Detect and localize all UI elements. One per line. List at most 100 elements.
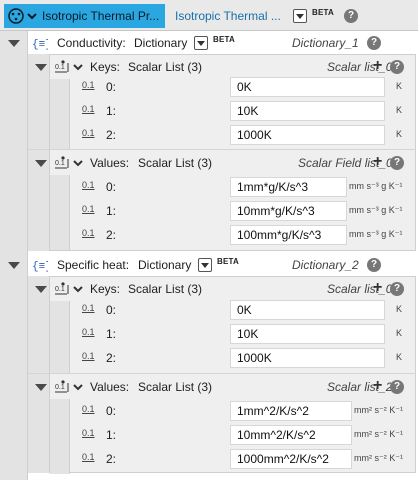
unit-label: K — [396, 105, 403, 115]
add-item-button[interactable]: + — [373, 377, 382, 395]
help-icon[interactable]: ? — [390, 156, 404, 170]
chevron-down-icon[interactable] — [73, 63, 83, 71]
list-item: 0.1 1: 10mm*g/K/s^3 mm s⁻³ g K⁻¹ — [70, 200, 416, 222]
value-field[interactable]: 1mm*g/K/s^3 — [230, 177, 347, 197]
list-gutter — [50, 175, 70, 250]
value-field[interactable]: 0K — [230, 300, 385, 320]
dictionary-icon: {≡} — [32, 257, 48, 273]
value-field[interactable]: 1000K — [230, 348, 385, 368]
unit-label: mm² s⁻² K⁻¹ — [354, 453, 403, 463]
type-dropdown-button[interactable] — [194, 36, 208, 50]
list-icon: 0.1 — [54, 60, 70, 74]
caret-down-icon[interactable] — [7, 258, 21, 272]
unit-label: K — [396, 304, 403, 314]
beta-badge: BETA — [213, 35, 235, 44]
keys-type: Scalar List (3) — [128, 60, 203, 74]
beta-badge: BETA — [217, 257, 239, 266]
help-icon[interactable]: ? — [344, 9, 358, 23]
help-icon[interactable]: ? — [367, 36, 381, 50]
dictionary-header: {≡} Specific heat: Dictionary BETA Dictionar… — [0, 253, 418, 277]
item-index: 0: — [106, 303, 117, 317]
scalar-icon: 0.1 — [82, 428, 95, 438]
add-item-button[interactable]: + — [373, 57, 382, 75]
list-item: 0.1 2: 1000mm^2/K/s^2 mm² s⁻² K⁻¹ — [70, 448, 416, 470]
values-label: Values: — [90, 156, 130, 170]
item-index: 1: — [106, 104, 117, 118]
keys-type: Scalar List (3) — [128, 282, 203, 296]
scalar-icon: 0.1 — [82, 351, 95, 361]
list-icon: 0.1 — [54, 282, 70, 296]
variable-name: Scalar list_0 — [327, 60, 393, 74]
scalar-icon: 0.1 — [82, 104, 95, 114]
list-icon: 0.1 — [54, 380, 70, 394]
list-item: 0.1 0: 1mm*g/K/s^3 mm s⁻³ g K⁻¹ — [70, 176, 416, 198]
variable-name: Scalar list_0 — [327, 282, 393, 296]
unit-label: mm² s⁻² K⁻¹ — [354, 429, 403, 439]
beta-badge: BETA — [312, 8, 334, 17]
caret-down-icon[interactable] — [34, 156, 48, 170]
value-field[interactable]: 10K — [230, 101, 385, 121]
value-field[interactable]: 1000mm^2/K/s^2 — [230, 449, 352, 469]
value-field[interactable]: 1mm^2/K/s^2 — [230, 401, 352, 421]
item-index: 1: — [106, 204, 117, 218]
svg-text:0.1: 0.1 — [55, 384, 65, 391]
type-dropdown-button[interactable] — [198, 258, 212, 272]
scalar-icon: 0.1 — [82, 204, 95, 214]
node-icon — [7, 7, 25, 25]
unit-label: K — [396, 129, 403, 139]
item-index: 0: — [106, 180, 117, 194]
unit-label: mm s⁻³ g K⁻¹ — [349, 205, 403, 215]
item-index: 0: — [106, 404, 117, 418]
tab-isotropic-thermal-active[interactable]: Isotropic Thermal Pr... — [4, 4, 165, 28]
divider — [28, 149, 416, 150]
chevron-down-icon[interactable] — [73, 383, 83, 391]
item-index: 2: — [106, 228, 117, 242]
chevron-down-icon[interactable] — [27, 12, 37, 20]
dropdown-icon[interactable] — [293, 9, 307, 23]
caret-down-icon[interactable] — [7, 36, 21, 50]
list-item: 0.1 1: 10mm^2/K/s^2 mm² s⁻² K⁻¹ — [70, 424, 416, 446]
caret-down-icon[interactable] — [34, 282, 48, 296]
divider — [28, 373, 416, 374]
value-field[interactable]: 10K — [230, 324, 385, 344]
values-list-header: 0.1 Values: Scalar List (3) Scalar list_2 +? — [28, 375, 416, 399]
help-icon[interactable]: ? — [367, 258, 381, 272]
scalar-icon: 0.1 — [82, 327, 95, 337]
chevron-down-icon[interactable] — [73, 285, 83, 293]
value-field[interactable]: 1000K — [230, 125, 385, 145]
unit-label: mm s⁻³ g K⁻¹ — [349, 181, 403, 191]
help-icon[interactable]: ? — [390, 60, 404, 74]
caret-down-icon[interactable] — [34, 60, 48, 74]
chevron-down-icon[interactable] — [73, 159, 83, 167]
list-item: 0.1 2: 1000K K — [70, 347, 416, 369]
unit-label: K — [396, 352, 403, 362]
variable-name: Scalar list_2 — [327, 380, 393, 394]
value-field[interactable]: 10mm*g/K/s^3 — [230, 201, 347, 221]
keys-label: Keys: — [90, 282, 121, 296]
add-item-button[interactable]: + — [373, 279, 382, 297]
add-item-button[interactable]: + — [373, 153, 382, 171]
variable-name: Dictionary_1 — [292, 36, 359, 50]
scalar-icon: 0.1 — [82, 404, 95, 414]
caret-down-icon[interactable] — [34, 380, 48, 394]
property-type: Dictionary — [138, 258, 192, 272]
dictionary-header: {≡} Conductivity: Dictionary BETA Dictionary… — [0, 31, 418, 55]
value-field[interactable]: 10mm^2/K/s^2 — [230, 425, 352, 445]
value-field[interactable]: 0K — [230, 77, 385, 97]
scalar-icon: 0.1 — [82, 452, 95, 462]
svg-text:{≡}: {≡} — [32, 39, 48, 51]
tab-active-label: Isotropic Thermal Pr... — [42, 9, 160, 23]
help-icon[interactable]: ? — [390, 282, 404, 296]
svg-text:{≡}: {≡} — [32, 261, 48, 273]
item-index: 2: — [106, 452, 117, 466]
tab-isotropic-thermal-secondary[interactable]: Isotropic Thermal ... BETA ? — [168, 4, 368, 28]
list-gutter — [50, 301, 70, 373]
values-list-header: 0.1 Values: Scalar List (3) Scalar Field li… — [28, 151, 416, 175]
scalar-icon: 0.1 — [82, 128, 95, 138]
scalar-icon: 0.1 — [82, 228, 95, 238]
help-icon[interactable]: ? — [390, 380, 404, 394]
value-field[interactable]: 100mm*g/K/s^3 — [230, 225, 347, 245]
item-index: 0: — [106, 80, 117, 94]
title-bar: Isotropic Thermal Pr... Isotropic Therma… — [0, 0, 418, 31]
list-item: 0.1 0: 0K K — [70, 76, 416, 98]
